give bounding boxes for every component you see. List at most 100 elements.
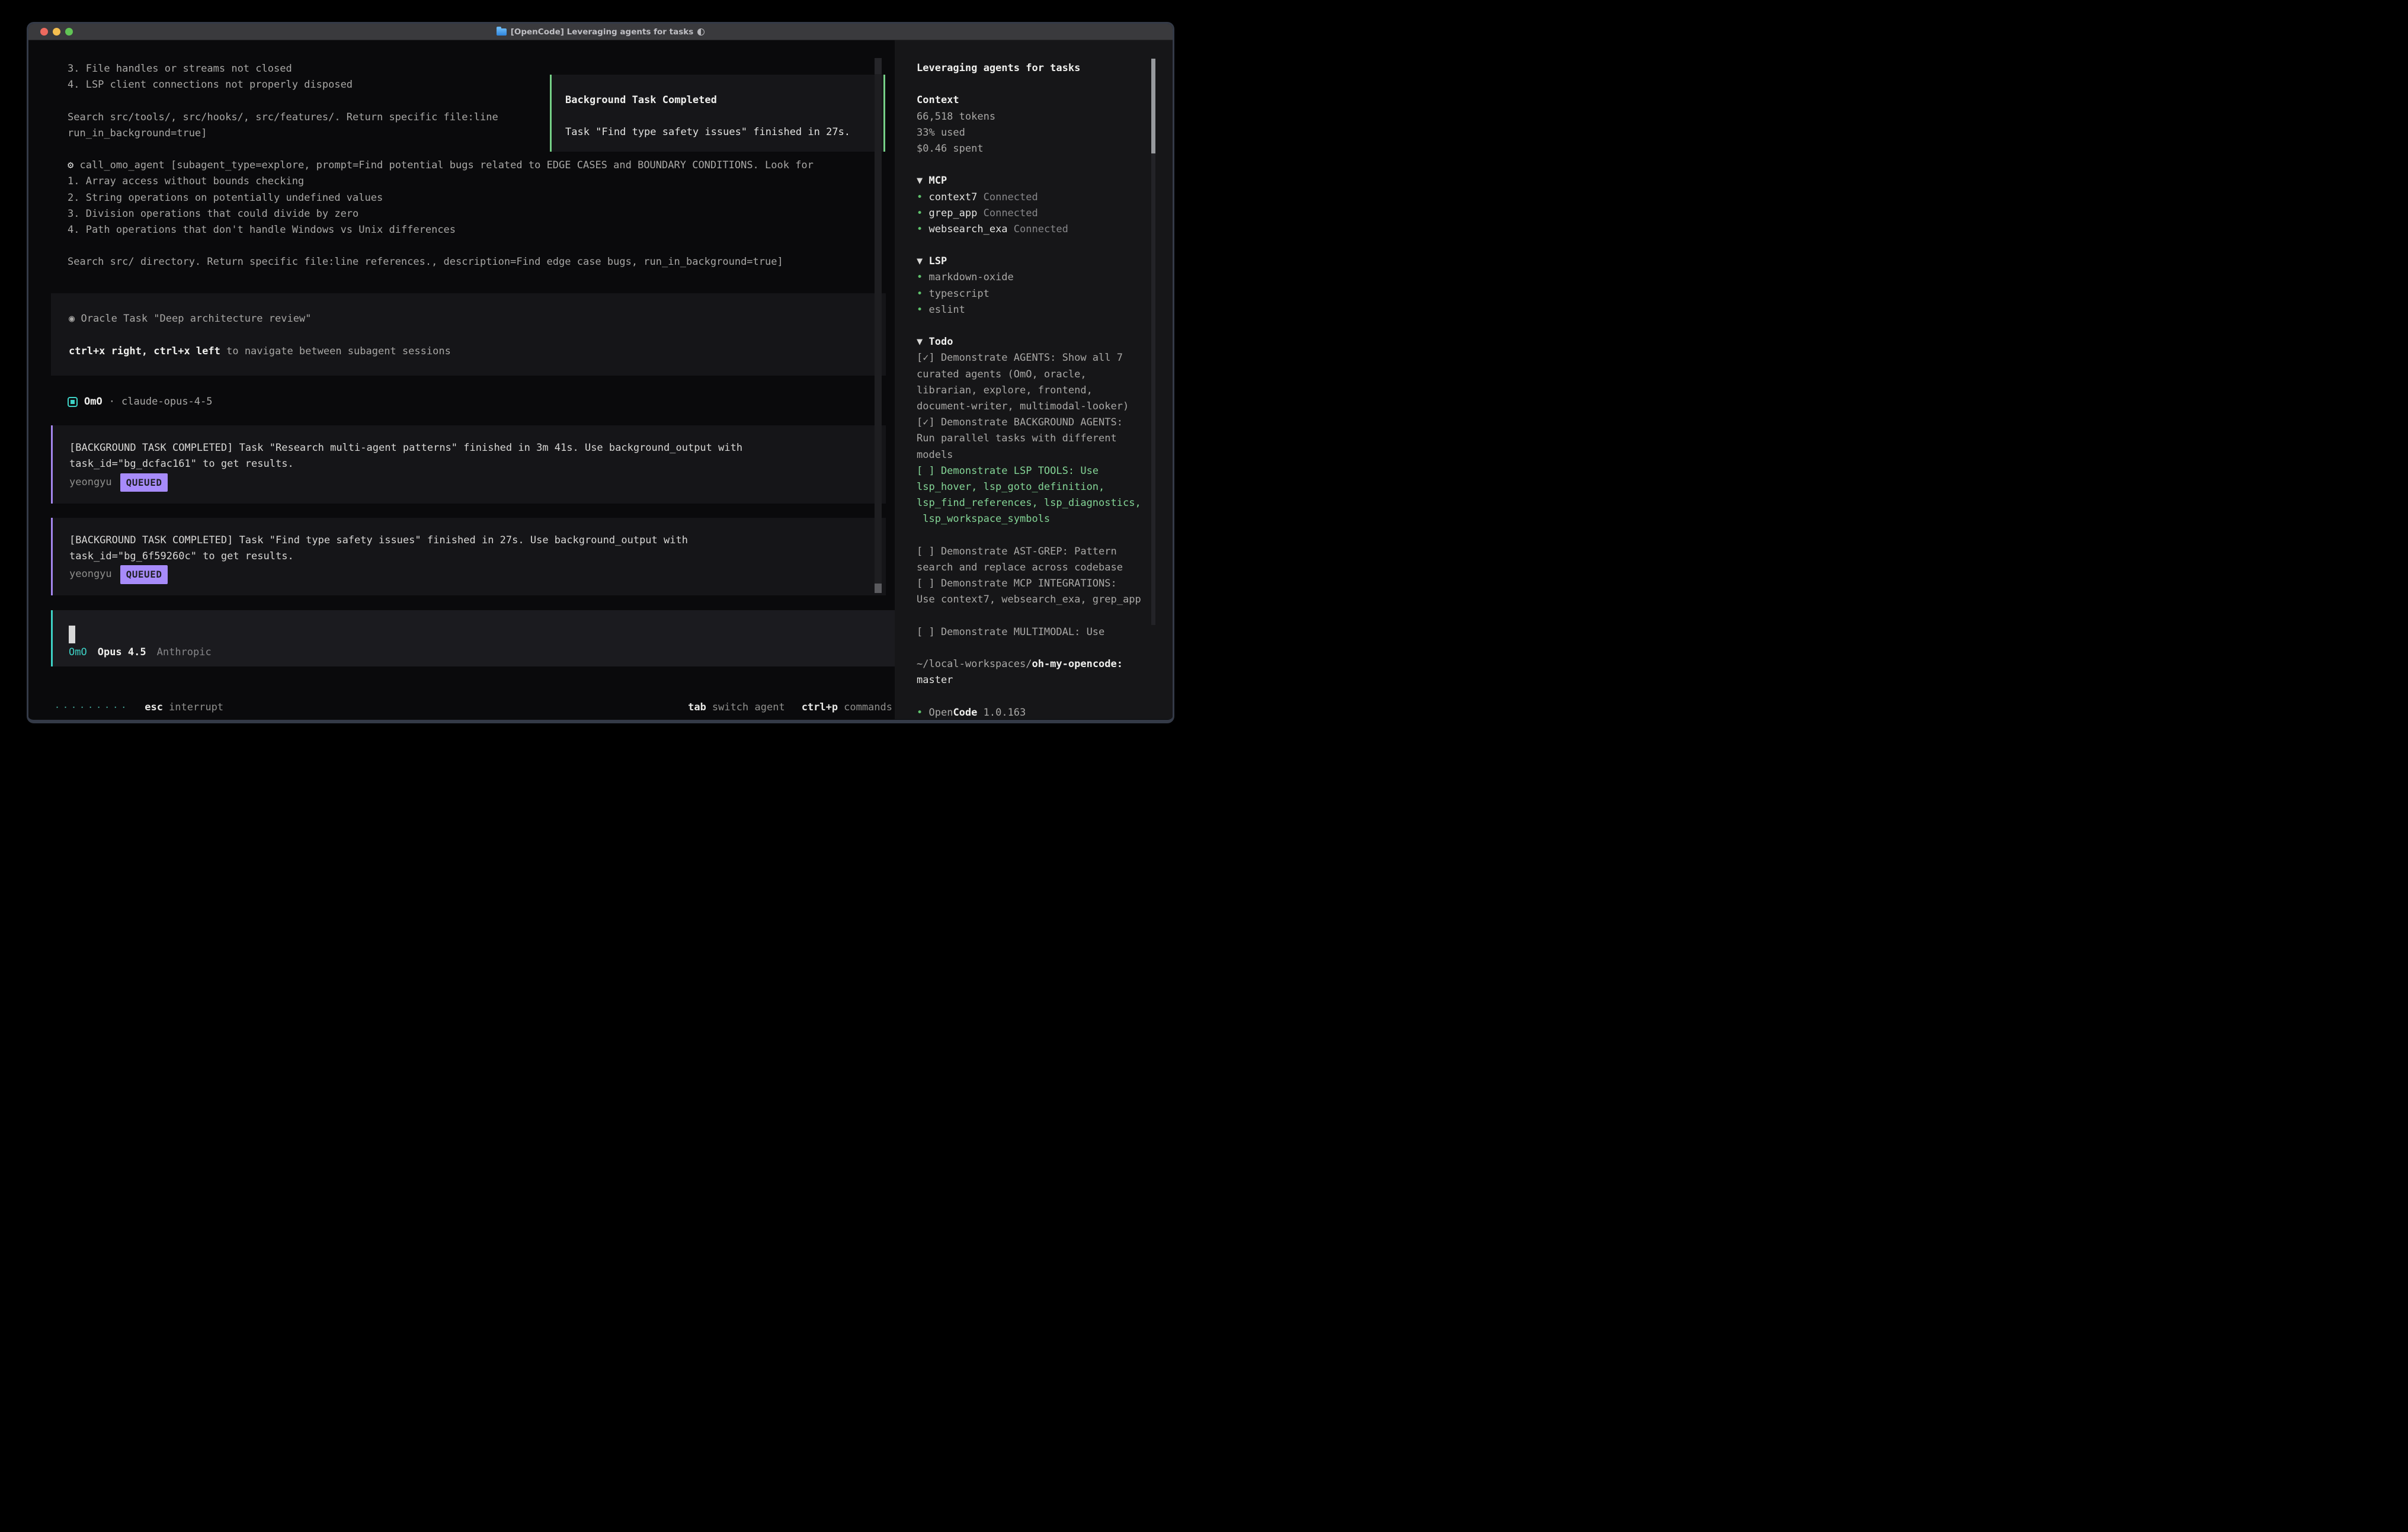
text-line: task_id="bg_6f59260c" to get results. — [69, 549, 886, 565]
oracle-task-box: ◉ Oracle Task "Deep architecture review"… — [51, 293, 886, 376]
agent-session-line[interactable]: OmO · claude-opus-4-5 — [68, 394, 895, 410]
status-bar-right: tab switch agent ctrl+p commands — [688, 700, 892, 716]
tab-hint-label: switch agent — [712, 700, 785, 716]
todo-item-line: lsp_find_references, lsp_diagnostics, — [917, 495, 1155, 511]
esc-key-hint: esc — [145, 700, 163, 716]
text-cursor — [69, 626, 75, 643]
toast-title: Background Task Completed — [565, 92, 883, 108]
todo-item-active: [ ] Demonstrate LSP TOOLS: Use — [917, 463, 1155, 479]
toast-body: Task "Find type safety issues" finished … — [565, 124, 883, 140]
text-line — [917, 238, 1155, 254]
app-window: [OpenCode] Leveraging agents for tasks 3… — [27, 22, 1174, 723]
text-line — [68, 238, 895, 254]
lsp-item: • typescript — [917, 286, 1155, 302]
text-line: 1. Array access without bounds checking — [68, 174, 895, 190]
background-task-toast: Background Task Completed Task "Find typ… — [550, 75, 885, 152]
input-model-name[interactable]: Opus 4.5 — [98, 645, 146, 661]
text-line: ⚙ call_omo_agent [subagent_type=explore,… — [68, 158, 895, 174]
mcp-item: • grep_app Connected — [917, 206, 1155, 222]
text-line — [917, 608, 1155, 624]
message-text: [BACKGROUND TASK COMPLETED] Task "Find t… — [69, 533, 886, 565]
workspace-path: ~/local-workspaces/oh-my-opencode: — [917, 656, 1155, 672]
text-line: ctrl+x right, ctrl+x left to navigate be… — [69, 344, 886, 360]
text-line — [917, 688, 1155, 704]
todo-item-line: Run parallel tasks with different — [917, 431, 1155, 447]
text-line — [917, 318, 1155, 334]
title-bar: [OpenCode] Leveraging agents for tasks — [28, 24, 1173, 40]
status-badge: QUEUED — [120, 565, 168, 584]
main-terminal-pane: 3. File handles or streams not closed4. … — [28, 40, 895, 719]
esc-hint-label: interrupt — [169, 700, 223, 716]
message-text: [BACKGROUND TASK COMPLETED] Task "Resear… — [69, 440, 886, 472]
todo-item-open: [ ] Demonstrate AST-GREP: Pattern — [917, 544, 1155, 560]
ctrlp-key-hint: ctrl+p — [802, 700, 838, 716]
window-title-group: [OpenCode] Leveraging agents for tasks — [28, 27, 1173, 37]
message-author: yeongyu — [69, 566, 112, 582]
input-provider-name: Anthropic — [157, 645, 212, 661]
text-line — [917, 76, 1155, 92]
context-spent: $0.46 spent — [917, 141, 1155, 157]
input-meta: OmO Opus 4.5 Anthropic — [69, 645, 895, 661]
agent-model: claude-opus-4-5 — [121, 394, 213, 410]
message-author: yeongyu — [69, 475, 112, 491]
version-line: • OpenCode 1.0.163 — [917, 705, 1155, 720]
text-line: task_id="bg_dcfac161" to get results. — [69, 456, 886, 472]
text-line — [69, 328, 886, 344]
text-line: [BACKGROUND TASK COMPLETED] Task "Resear… — [69, 440, 886, 456]
workspace-branch: master — [917, 672, 1155, 688]
folder-icon — [497, 28, 507, 36]
agent-name: OmO — [84, 394, 103, 410]
message-meta: yeongyu QUEUED — [69, 566, 886, 584]
sidebar-section-header-todo[interactable]: ▼ Todo — [917, 334, 1155, 350]
context-used: 33% used — [917, 125, 1155, 141]
sidebar-scrollbar[interactable] — [1151, 59, 1155, 625]
todo-item-done: [✓] Demonstrate AGENTS: Show all 7 — [917, 350, 1155, 366]
text-line — [917, 640, 1155, 656]
todo-item-line: curated agents (OmO, oracle, — [917, 367, 1155, 383]
message-meta: yeongyu QUEUED — [69, 474, 886, 492]
main-scrollbar-thumb[interactable] — [875, 584, 882, 593]
ctrlp-hint-label: commands — [844, 700, 892, 716]
session-title: Leveraging agents for tasks — [917, 60, 1155, 76]
toast-spacer — [565, 108, 883, 124]
todo-item-line: search and replace across codebase — [917, 560, 1155, 576]
sidebar-scrollbar-thumb[interactable] — [1151, 59, 1155, 153]
sidebar: Leveraging agents for tasks Context66,51… — [895, 40, 1173, 719]
text-line — [917, 157, 1155, 173]
text-line: 3. Division operations that could divide… — [68, 206, 895, 222]
text-line: 4. Path operations that don't handle Win… — [68, 222, 895, 238]
agent-icon — [68, 397, 78, 407]
todo-item-line: lsp_workspace_symbols — [917, 511, 1155, 527]
todo-item-line: lsp_hover, lsp_goto_definition, — [917, 479, 1155, 495]
text-line: 2. String operations on potentially unde… — [68, 190, 895, 206]
context-tokens: 66,518 tokens — [917, 109, 1155, 125]
content-area: 3. File handles or streams not closed4. … — [28, 40, 1173, 719]
lsp-item: • eslint — [917, 302, 1155, 318]
sidebar-content: Leveraging agents for tasks Context66,51… — [917, 60, 1155, 719]
mcp-item: • websearch_exa Connected — [917, 222, 1155, 238]
spinner-dots-icon: ········· — [55, 700, 129, 716]
text-line: ◉ Oracle Task "Deep architecture review" — [69, 311, 886, 327]
prompt-input[interactable]: OmO Opus 4.5 Anthropic — [51, 610, 895, 666]
todo-item-line: Use context7, websearch_exa, grep_app — [917, 592, 1155, 608]
todo-item-open: [ ] Demonstrate MULTIMODAL: Use — [917, 624, 1155, 640]
background-task-message: [BACKGROUND TASK COMPLETED] Task "Find t… — [51, 518, 886, 595]
todo-item-line: document-writer, multimodal-looker) — [917, 399, 1155, 415]
window-title: [OpenCode] Leveraging agents for tasks — [511, 27, 694, 37]
context-header: Context — [917, 92, 1155, 108]
text-line: Search src/ directory. Return specific f… — [68, 254, 895, 270]
agent-separator: · — [109, 394, 115, 410]
text-line — [917, 527, 1155, 543]
background-task-message: [BACKGROUND TASK COMPLETED] Task "Resear… — [51, 425, 886, 503]
input-agent-name[interactable]: OmO — [69, 645, 87, 661]
lsp-item: • markdown-oxide — [917, 270, 1155, 286]
todo-item-line: librarian, explore, frontend, — [917, 383, 1155, 399]
sidebar-section-header-mcp[interactable]: ▼ MCP — [917, 173, 1155, 189]
half-moon-icon — [697, 28, 705, 36]
sidebar-section-header-lsp[interactable]: ▼ LSP — [917, 254, 1155, 270]
text-line: [BACKGROUND TASK COMPLETED] Task "Find t… — [69, 533, 886, 549]
main-scrollbar[interactable] — [875, 58, 882, 593]
main-scrollbar-thumb-top[interactable] — [875, 58, 882, 74]
todo-item-open: [ ] Demonstrate MCP INTEGRATIONS: — [917, 576, 1155, 592]
mcp-item: • context7 Connected — [917, 190, 1155, 206]
